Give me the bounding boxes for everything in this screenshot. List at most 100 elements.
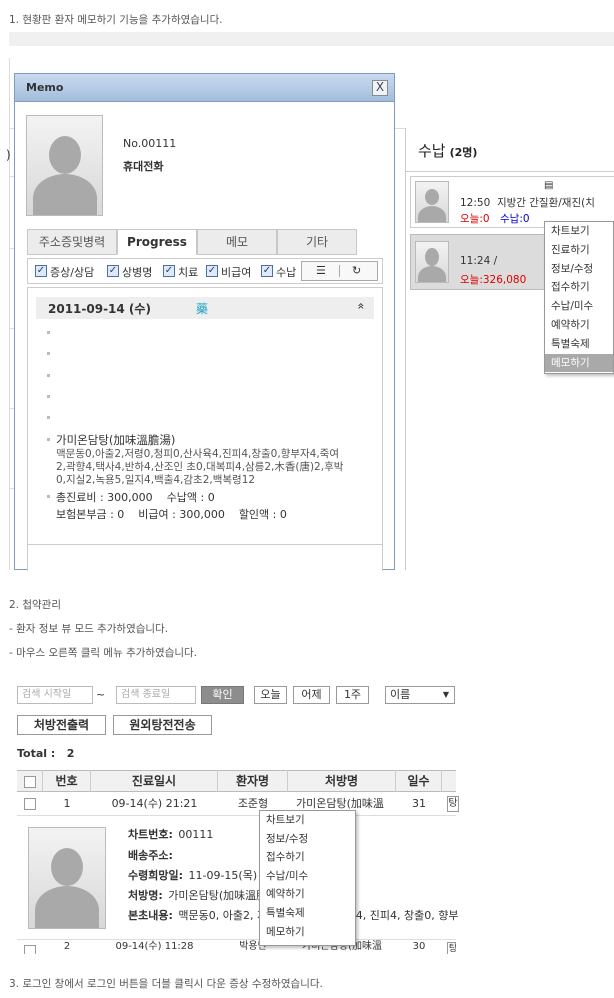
note-2: 2. 첩약관리	[9, 599, 61, 611]
row-days: 31	[412, 797, 426, 810]
context-menu-item[interactable]: 정보/수정	[260, 830, 355, 849]
divider-bar	[9, 32, 614, 46]
memo-icon[interactable]: ▤	[544, 180, 553, 191]
context-menu-item[interactable]: 예약하기	[545, 316, 613, 335]
close-button[interactable]: X	[372, 80, 388, 96]
list-icon[interactable]: ☰	[316, 264, 326, 277]
payment-title: 수납 (2명)	[418, 142, 478, 160]
header-date: 진료일시	[91, 770, 218, 792]
bullet	[47, 352, 50, 355]
row-no: 2	[63, 941, 71, 952]
context-menu-item[interactable]: 메모하기	[545, 353, 613, 373]
divider	[28, 544, 382, 545]
rx-name: 가미온담탕(加味溫膽湯)	[56, 433, 176, 447]
memo-title: Memo	[26, 81, 64, 94]
checkbox-label: 증상/상담	[50, 266, 95, 279]
row-checkbox[interactable]	[24, 945, 36, 954]
phone-label: 휴대전화	[123, 160, 164, 173]
header-no: 번호	[43, 770, 91, 792]
row-date: 09-14(수) 11:28	[115, 941, 194, 952]
checkbox-label: 비급여	[221, 266, 252, 279]
patient-photo	[26, 115, 103, 216]
checkbox[interactable]: ✓	[35, 265, 47, 277]
context-menu-item[interactable]: 수납/미수	[545, 297, 613, 316]
checkbox[interactable]: ✓	[163, 265, 175, 277]
confirm-button[interactable]: 확인	[201, 686, 244, 704]
bullet	[47, 495, 50, 498]
context-menu-item[interactable]: 접수하기	[260, 848, 355, 867]
search-start-input[interactable]: 검색 시작일	[17, 686, 93, 704]
row-days: 30	[412, 941, 426, 952]
context-menu-item[interactable]: 진료하기	[545, 241, 613, 260]
context-menu-item[interactable]: 접수하기	[545, 278, 613, 297]
week-button[interactable]: 1주	[336, 686, 369, 704]
header-rx: 처방명	[288, 770, 396, 792]
note-3: 3. 로그인 창에서 로그인 버튼을 더블 클릭시 다운 증상 수정하였습니다.	[9, 978, 323, 990]
row-no: 1	[63, 797, 71, 810]
refresh-icon[interactable]: ↻	[352, 264, 361, 277]
row-date: 09-14(수) 21:21	[111, 797, 198, 810]
bullet	[47, 374, 50, 377]
send-outside-button[interactable]: 원외탕전전송	[113, 715, 212, 735]
bullet	[47, 395, 50, 398]
context-menu-item[interactable]: 특별숙제	[545, 335, 613, 354]
name-select[interactable]: 이름 ▼	[385, 686, 455, 704]
paid-amount: 수납:0	[500, 213, 530, 225]
left-edge-label: )	[6, 148, 11, 162]
tab-history[interactable]: 주소증및병력	[27, 229, 117, 255]
checkbox[interactable]: ✓	[261, 265, 273, 277]
rx-tag: 藥	[196, 302, 209, 316]
date-header[interactable]: 2011-09-14 (수) 藥 »	[36, 297, 374, 319]
view-toggle[interactable]: ☰ ↻	[301, 261, 378, 281]
tilde: ~	[96, 688, 106, 701]
insurance-line: 보험본부금 : 0 비급여 : 300,000 할인액 : 0	[56, 508, 287, 521]
decoction-button[interactable]: 탕	[447, 942, 456, 954]
context-menu: 차트보기 진료하기 정보/수정 접수하기 수납/미수 예약하기 특별숙제 메모하기	[544, 221, 614, 374]
bullet	[47, 416, 50, 419]
header-check	[17, 770, 43, 792]
note-2b: - 마우스 오른쪽 클릭 메뉴 추가하였습니다.	[9, 647, 198, 659]
patient-photo	[28, 827, 106, 929]
checkbox[interactable]: ✓	[107, 265, 119, 277]
divider	[406, 171, 614, 172]
tab-progress[interactable]: Progress	[117, 229, 197, 255]
yesterday-button[interactable]: 어제	[293, 686, 330, 704]
context-menu: 차트보기 정보/수정 접수하기 수납/미수 예약하기 특별숙제 메모하기	[259, 810, 356, 946]
print-prescription-button[interactable]: 처방전출력	[17, 715, 106, 735]
context-menu-item[interactable]: 정보/수정	[545, 260, 613, 279]
row-checkbox[interactable]	[24, 798, 36, 810]
patient-number: No.00111	[123, 137, 177, 150]
checkbox-label: 치료	[178, 266, 199, 279]
context-menu-item[interactable]: 수납/미수	[260, 867, 355, 886]
context-menu-item[interactable]: 예약하기	[260, 885, 355, 904]
table-row[interactable]: 2 09-14(수) 11:28 박용만 가미온담탕(加味溫 30 탕	[17, 940, 456, 954]
context-menu-item[interactable]: 특별숙제	[260, 904, 355, 923]
total-line: 총진료비 : 300,000 수납액 : 0	[56, 491, 215, 504]
filter-row: ✓ 증상/상담 ✓ 상병명 ✓ 치료 ✓ 비급여 ✓ 수납 ☰ ↻	[27, 258, 383, 284]
avatar	[415, 181, 449, 223]
checkbox-label: 상병명	[122, 266, 153, 279]
visit-date: 2011-09-14 (수)	[48, 302, 151, 316]
search-end-input[interactable]: 검색 종료일	[116, 686, 196, 704]
bullet	[47, 331, 50, 334]
row-time-text: 12:50 지방간 간질환/재진(치	[460, 197, 595, 209]
today-button[interactable]: 오늘	[254, 686, 287, 704]
header-patient: 환자명	[218, 770, 288, 792]
context-menu-item[interactable]: 차트보기	[260, 811, 355, 830]
memo-titlebar[interactable]: Memo X	[15, 74, 394, 102]
bullet	[47, 438, 50, 441]
chevron-down-icon: ▼	[442, 690, 449, 699]
checkbox[interactable]: ✓	[206, 265, 218, 277]
context-menu-item[interactable]: 메모하기	[260, 923, 355, 942]
collapse-icon[interactable]: »	[354, 302, 368, 309]
decoction-button[interactable]: 탕	[447, 796, 459, 812]
tab-memo[interactable]: 메모	[197, 229, 277, 255]
context-menu-item[interactable]: 차트보기	[545, 222, 613, 241]
progress-content: 2011-09-14 (수) 藥 » 가미온담탕(加味溫膽湯) 맥문동0,아출2…	[27, 287, 383, 571]
avatar	[415, 241, 449, 283]
checkbox-label: 수납	[276, 266, 297, 279]
row-time-text: 11:24 /	[460, 255, 498, 267]
today-amount: 오늘:0	[460, 213, 490, 225]
today-amount: 오늘:326,080	[460, 274, 527, 286]
tab-etc[interactable]: 기타	[277, 229, 357, 255]
